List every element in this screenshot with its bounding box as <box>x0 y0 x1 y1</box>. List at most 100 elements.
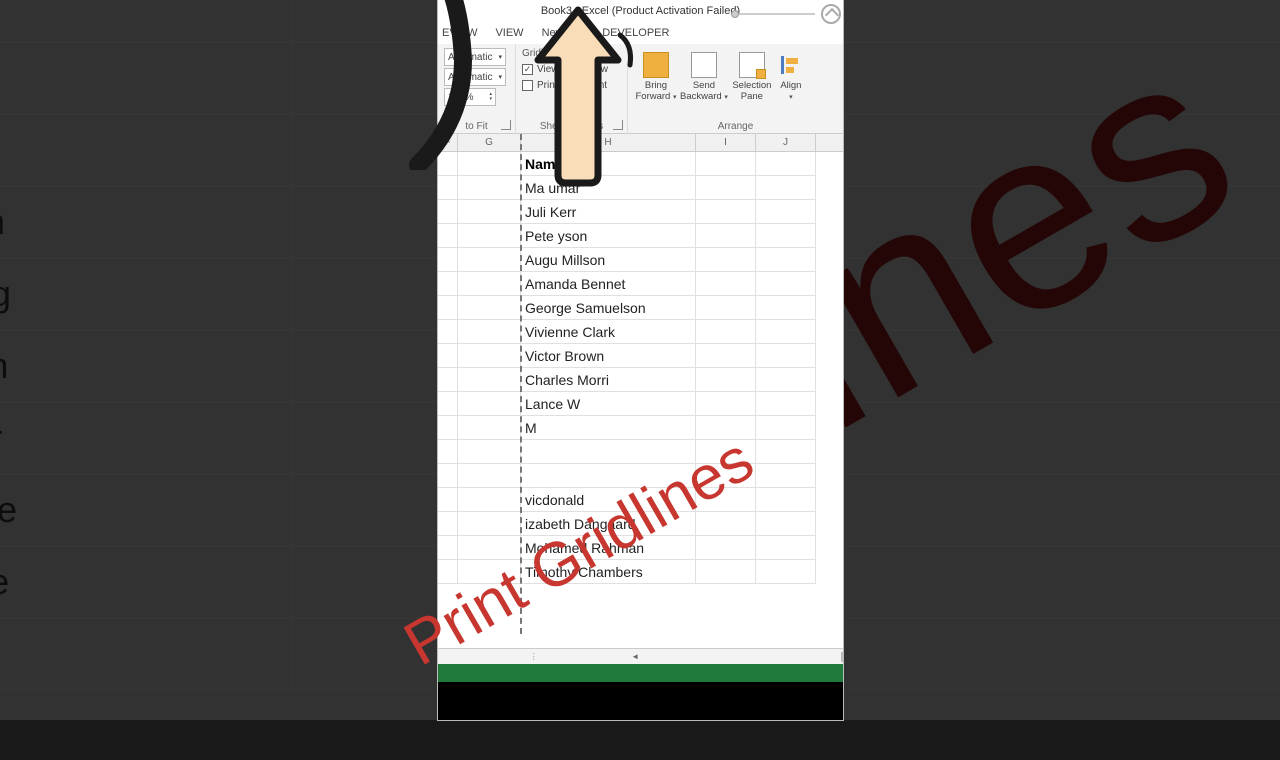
worksheet-grid[interactable]: F G H I J NameMa umarJuli KerrPete ysonA… <box>438 134 843 634</box>
table-row[interactable]: Charles Morri <box>438 368 843 392</box>
cell[interactable] <box>696 488 756 512</box>
table-row[interactable]: M <box>438 416 843 440</box>
tab-new[interactable]: New Tab <box>542 27 585 39</box>
cell[interactable] <box>756 176 816 200</box>
cell[interactable] <box>438 536 458 560</box>
table-row[interactable]: izabeth Dangaard <box>438 512 843 536</box>
cell-name[interactable]: Vivienne Clark <box>521 320 696 344</box>
col-header-f[interactable]: F <box>438 134 458 151</box>
cell[interactable] <box>696 440 756 464</box>
cell[interactable] <box>756 224 816 248</box>
cell[interactable] <box>756 416 816 440</box>
cell[interactable] <box>756 560 816 584</box>
header-cell-name[interactable]: Name <box>521 152 696 176</box>
cell-name[interactable]: George Samuelson <box>521 296 696 320</box>
cell[interactable] <box>458 224 521 248</box>
cell[interactable] <box>696 248 756 272</box>
cell[interactable] <box>458 272 521 296</box>
zoom-reset-icon[interactable] <box>821 4 841 24</box>
table-row[interactable]: Timothy Chambers <box>438 560 843 584</box>
col-header-i[interactable]: I <box>696 134 756 151</box>
table-row[interactable]: Mohamed Rahman <box>438 536 843 560</box>
cell[interactable] <box>438 224 458 248</box>
cell[interactable] <box>438 416 458 440</box>
cell[interactable] <box>696 200 756 224</box>
tab-view[interactable]: VIEW <box>495 27 523 39</box>
cell-name[interactable]: Victor Brown <box>521 344 696 368</box>
cell[interactable] <box>438 512 458 536</box>
scale-zoom-spinner[interactable]: 100%▴▾ <box>444 88 496 106</box>
cell[interactable] <box>458 536 521 560</box>
cell[interactable] <box>438 152 458 176</box>
cell[interactable] <box>438 320 458 344</box>
headings-print-checkbox[interactable]: Print <box>571 77 613 93</box>
cell[interactable] <box>756 440 816 464</box>
scroll-left-arrow-icon[interactable]: ◄ <box>630 652 641 661</box>
cell-name[interactable]: Pete yson <box>521 224 696 248</box>
cell[interactable] <box>756 248 816 272</box>
scale-height-dropdown[interactable]: Automatic▾ <box>444 68 506 86</box>
cell[interactable] <box>438 200 458 224</box>
gridlines-print-checkbox[interactable]: Print <box>522 77 561 93</box>
tab-review[interactable]: EVIEW <box>442 27 477 39</box>
cell[interactable] <box>756 392 816 416</box>
cell-name[interactable]: Augu Millson <box>521 248 696 272</box>
table-row[interactable]: Augu Millson <box>438 248 843 272</box>
col-header-j[interactable]: J <box>756 134 816 151</box>
cell[interactable] <box>458 344 521 368</box>
table-row[interactable]: Ma umar <box>438 176 843 200</box>
cell[interactable] <box>438 296 458 320</box>
cell[interactable] <box>438 464 458 488</box>
cell-name[interactable]: Lance W <box>521 392 696 416</box>
cell[interactable] <box>438 368 458 392</box>
cell-name[interactable]: Mohamed Rahman <box>521 536 696 560</box>
dialog-launcher-icon[interactable] <box>501 120 511 130</box>
cell-name[interactable]: M <box>521 416 696 440</box>
cell-name[interactable]: Ma umar <box>521 176 696 200</box>
table-row[interactable]: vicdonald <box>438 488 843 512</box>
cell[interactable] <box>458 392 521 416</box>
gridlines-view-checkbox[interactable]: ✓View <box>522 61 561 77</box>
cell[interactable] <box>458 464 521 488</box>
cell[interactable] <box>458 152 521 176</box>
cell[interactable] <box>696 536 756 560</box>
table-row[interactable]: Juli Kerr <box>438 200 843 224</box>
cell[interactable] <box>756 200 816 224</box>
cell[interactable] <box>438 440 458 464</box>
cell[interactable] <box>696 560 756 584</box>
cell[interactable] <box>458 440 521 464</box>
table-row[interactable]: Name <box>438 152 843 176</box>
cell[interactable] <box>458 368 521 392</box>
cell-name[interactable]: Timothy Chambers <box>521 560 696 584</box>
cell[interactable] <box>756 152 816 176</box>
cell-name[interactable] <box>521 440 696 464</box>
cell[interactable] <box>756 512 816 536</box>
cell[interactable] <box>756 368 816 392</box>
table-row[interactable]: George Samuelson <box>438 296 843 320</box>
cell[interactable] <box>696 464 756 488</box>
cell[interactable] <box>696 416 756 440</box>
cell[interactable] <box>438 248 458 272</box>
zoom-slider[interactable] <box>731 13 815 15</box>
cell[interactable] <box>696 392 756 416</box>
col-header-g[interactable]: G <box>458 134 521 151</box>
table-row[interactable] <box>438 464 843 488</box>
cell[interactable] <box>696 368 756 392</box>
cell[interactable] <box>696 344 756 368</box>
cell[interactable] <box>696 320 756 344</box>
cell-name[interactable] <box>521 464 696 488</box>
cell[interactable] <box>696 272 756 296</box>
cell[interactable] <box>438 344 458 368</box>
tab-developer[interactable]: DEVELOPER <box>602 27 669 39</box>
cell[interactable] <box>458 200 521 224</box>
cell-name[interactable]: izabeth Dangaard <box>521 512 696 536</box>
cell[interactable] <box>696 296 756 320</box>
cell[interactable] <box>756 536 816 560</box>
table-row[interactable]: Amanda Bennet <box>438 272 843 296</box>
table-row[interactable]: Lance W <box>438 392 843 416</box>
cell[interactable] <box>458 416 521 440</box>
cell-name[interactable]: Amanda Bennet <box>521 272 696 296</box>
cell[interactable] <box>756 272 816 296</box>
dialog-launcher-icon[interactable] <box>613 120 623 130</box>
horizontal-scrollbar[interactable]: ⋮ ◄ <box>438 648 843 664</box>
